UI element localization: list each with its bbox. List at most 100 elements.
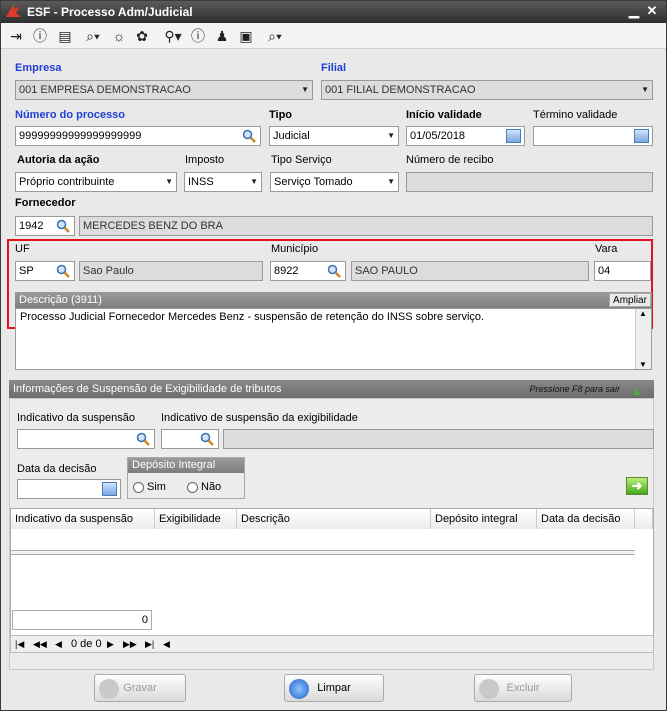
search-icon[interactable] <box>56 219 70 233</box>
municipio-name: SAO PAULO <box>351 261 589 281</box>
numero-label: Número do processo <box>15 109 126 121</box>
scroll-left-icon[interactable]: ◀ <box>163 636 170 652</box>
descricao-title: Descrição (3911) <box>19 294 102 306</box>
sim-label: Sim <box>147 481 166 493</box>
data-decisao-input[interactable] <box>17 479 121 499</box>
inicio-value: 01/05/2018 <box>410 130 466 142</box>
termino-label: Término validade <box>533 109 618 121</box>
column-header[interactable]: Exigibilidade <box>155 509 237 529</box>
link-icon[interactable]: ⚲▾ <box>159 26 187 46</box>
chevron-down-icon: ▼ <box>250 177 258 186</box>
suspensao-grid[interactable]: Indicativo da suspensão Exigibilidade De… <box>10 508 654 653</box>
empresa-select[interactable]: 001 EMPRESA DEMONSTRACAO ▼ <box>15 80 313 100</box>
deposito-integral-group: Depósito Integral Sim Não <box>127 457 245 499</box>
column-header[interactable]: Data da decisão <box>537 509 635 529</box>
tipo-value: Judicial <box>273 130 310 142</box>
next-page-fast-icon[interactable]: ▶▶ <box>123 636 137 652</box>
autoria-value: Próprio contribuinte <box>19 176 115 188</box>
excluir-button[interactable]: Excluir <box>474 674 572 702</box>
scroll-up-icon[interactable]: ▲ <box>639 309 647 318</box>
report-search-icon[interactable]: ⌕▾ <box>261 26 289 46</box>
municipio-label: Município <box>271 243 319 255</box>
search-icon[interactable] <box>56 264 70 278</box>
scrollbar[interactable]: ▲ ▼ <box>635 309 651 369</box>
imposto-label: Imposto <box>185 154 225 166</box>
uf-value: SP <box>19 265 34 277</box>
add-arrow-button[interactable]: ➜ <box>626 477 648 495</box>
indicativo-exig-input[interactable] <box>161 429 219 449</box>
help-icon[interactable]: ⓘ <box>31 26 49 46</box>
tipo-servico-select[interactable]: Serviço Tomado ▼ <box>270 172 399 192</box>
search-icon[interactable] <box>327 264 341 278</box>
fornecedor-label: Fornecedor <box>15 197 76 209</box>
calendar-icon[interactable] <box>102 482 117 496</box>
descricao-header: Descrição (3911) Ampliar <box>15 292 652 308</box>
scroll-down-icon[interactable]: ▼ <box>639 360 647 369</box>
filial-value: 001 FILIAL DEMONSTRACAO <box>325 84 476 96</box>
descricao-textarea[interactable]: Processo Judicial Fornecedor Mercedes Be… <box>15 308 652 370</box>
first-page-icon[interactable]: |◀ <box>15 636 24 652</box>
filial-label: Filial <box>321 62 347 74</box>
minimize-icon[interactable]: ▁ <box>627 4 641 18</box>
prev-page-fast-icon[interactable]: ◀◀ <box>33 636 47 652</box>
user-icon[interactable]: ♟ <box>213 26 231 46</box>
search-icon[interactable] <box>242 129 256 143</box>
total-field: 0 <box>12 610 152 630</box>
fornecedor-name: MERCEDES BENZ DO BRA <box>79 216 653 236</box>
fornecedor-code-input[interactable]: 1942 <box>15 216 75 236</box>
calendar-icon[interactable] <box>634 129 649 143</box>
indicativo-input[interactable] <box>17 429 155 449</box>
chevron-down-icon: ▼ <box>387 131 395 140</box>
search-icon[interactable] <box>200 432 214 446</box>
toolbar: ⇥ ⓘ ▤ ⌕▾ ☼ ✿ ⚲▾ ⓘ ♟ ▣ ⌕▾ <box>1 23 666 49</box>
nao-radio[interactable] <box>187 482 198 493</box>
close-icon[interactable]: ✕ <box>645 4 659 18</box>
imposto-select[interactable]: INSS ▼ <box>184 172 262 192</box>
column-header[interactable]: Depósito integral <box>431 509 537 529</box>
next-page-icon[interactable]: ▶ <box>107 636 114 652</box>
search-menu-icon[interactable]: ⌕▾ <box>79 26 107 46</box>
uf-name: Sao Paulo <box>79 261 263 281</box>
column-header[interactable]: Descrição <box>237 509 431 529</box>
last-page-icon[interactable]: ▶| <box>145 636 154 652</box>
tipo-select[interactable]: Judicial ▼ <box>269 126 399 146</box>
gravar-button[interactable]: Gravar <box>94 674 186 702</box>
indicativo-exig-label: Indicativo de suspensão da exigibilidade <box>161 412 358 424</box>
info-icon[interactable]: ⓘ <box>189 26 207 46</box>
tipo-label: Tipo <box>269 109 293 121</box>
title-bar: ESF - Processo Adm/Judicial ▁ ✕ <box>1 1 666 23</box>
limpar-button[interactable]: Limpar <box>284 674 384 702</box>
chevron-down-icon: ▼ <box>641 85 649 94</box>
vara-value: 04 <box>598 265 611 277</box>
limpar-label: Limpar <box>317 682 351 694</box>
empresa-label: Empresa <box>15 62 62 74</box>
vara-input[interactable]: 04 <box>594 261 651 281</box>
new-document-icon[interactable]: ▣ <box>237 26 255 46</box>
column-header[interactable]: Indicativo da suspensão <box>11 509 155 529</box>
municipio-name-value: SAO PAULO <box>355 265 418 277</box>
municipio-code-input[interactable]: 8922 <box>270 261 346 281</box>
suspensao-section-header[interactable]: Informações de Suspensão de Exigibilidad… <box>9 380 654 398</box>
inicio-input[interactable]: 01/05/2018 <box>406 126 525 146</box>
exit-icon[interactable]: ⇥ <box>7 26 25 46</box>
termino-input[interactable] <box>533 126 653 146</box>
monitor-icon[interactable]: ▤ <box>55 26 75 46</box>
page-indicator: 0 de 0 <box>71 638 102 650</box>
column-header-filler <box>635 509 653 529</box>
fornecedor-name-value: MERCEDES BENZ DO BRA <box>83 220 223 232</box>
search-icon[interactable] <box>136 432 150 446</box>
puzzle-icon[interactable]: ✿ <box>133 26 151 46</box>
excluir-label: Excluir <box>506 682 540 694</box>
lightbulb-icon[interactable]: ☼ <box>111 26 127 46</box>
ampliar-button[interactable]: Ampliar <box>609 293 651 307</box>
uf-input[interactable]: SP <box>15 261 75 281</box>
sim-radio[interactable] <box>133 482 144 493</box>
autoria-select[interactable]: Próprio contribuinte ▼ <box>15 172 177 192</box>
calendar-icon[interactable] <box>506 129 521 143</box>
inicio-label: Início validade <box>406 109 482 121</box>
prev-page-icon[interactable]: ◀ <box>55 636 62 652</box>
recibo-input[interactable] <box>406 172 653 192</box>
filial-select[interactable]: 001 FILIAL DEMONSTRACAO ▼ <box>321 80 653 100</box>
numero-input[interactable]: 99999999999999999999 <box>15 126 261 146</box>
descricao-text: Processo Judicial Fornecedor Mercedes Be… <box>20 311 485 323</box>
